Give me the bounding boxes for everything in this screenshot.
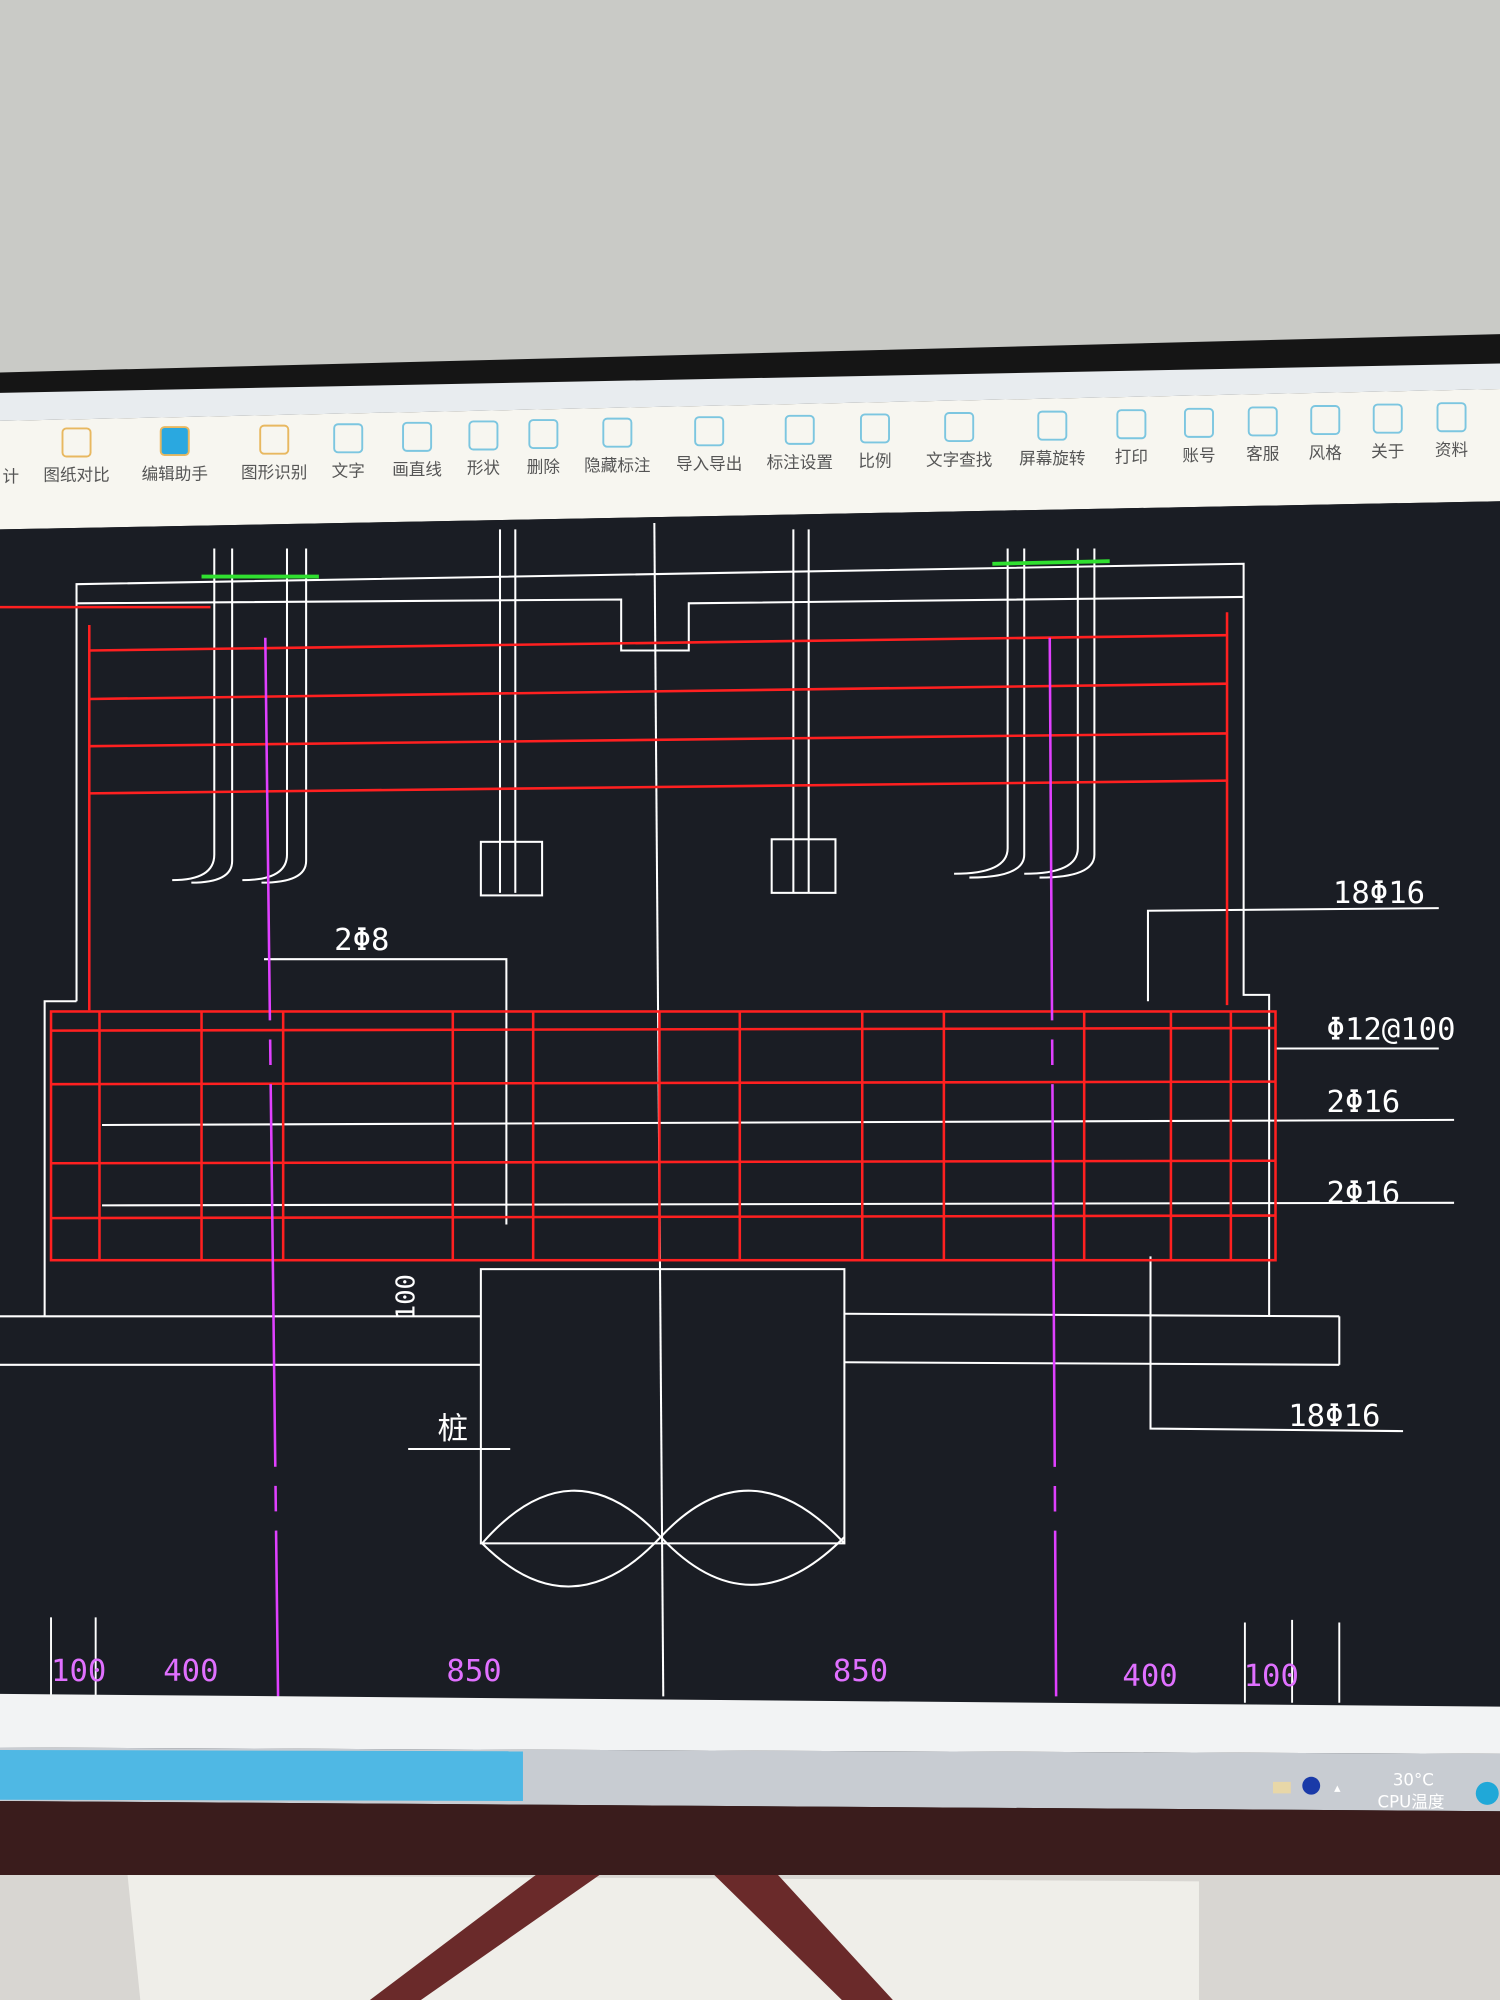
toolbar-label: 形状 (467, 459, 501, 478)
label-side-rebar-1: 2Φ16 (1327, 1085, 1401, 1120)
toolbar-label: 删除 (527, 457, 561, 476)
dimension-label: 400 (163, 1654, 218, 1689)
toolbar-label: 账号 (1182, 446, 1215, 465)
keyboard-icon[interactable] (1272, 1781, 1291, 1794)
monitor-bottom-bezel (0, 1801, 1500, 1888)
cpu-temperature: 30°C (1393, 1771, 1434, 1790)
taskbar-active-app[interactable] (0, 1750, 523, 1802)
toolbar-label: 文字 (332, 462, 365, 481)
toolbar-label: 客服 (1246, 445, 1280, 464)
toolbar-label: 风格 (1309, 443, 1343, 462)
paper-document (127, 1875, 1199, 2000)
dimension-label: 400 (1122, 1659, 1177, 1694)
help-icon[interactable] (1302, 1776, 1321, 1795)
label-bottom-right-rebar: 18Φ16 (1288, 1399, 1380, 1434)
toolbar-label: 文字查找 (926, 450, 993, 469)
edit-assistant-icon (159, 426, 190, 457)
toolbar-label: 标注设置 (767, 453, 833, 472)
toolbar-label: 屏幕旋转 (1019, 449, 1085, 468)
photo-scene: 计 图纸对比 编辑助手 图形识别 文字 画直线 形状 删除 隐藏标注 导入导出 标注设置 比例 文字查找… (0, 0, 1500, 2000)
toolbar-label: 图形识别 (241, 463, 307, 482)
toolbar-label: 比例 (858, 452, 891, 471)
dimension-label: 850 (446, 1654, 501, 1689)
label-top-right-rebar: 18Φ16 (1333, 876, 1425, 911)
toolbar-label: 计 (3, 467, 20, 486)
toolbar-label: 关于 (1371, 442, 1404, 461)
label-stirrup: Φ12@100 (1327, 1013, 1456, 1048)
toolbar-label: 隐藏标注 (584, 456, 650, 475)
label-side-rebar-2: 2Φ16 (1327, 1176, 1401, 1211)
toolbar-label: 图纸对比 (43, 466, 109, 485)
label-pile: 桩 (438, 1412, 469, 1447)
wall (0, 0, 1500, 383)
toolbar-label: 画直线 (392, 460, 442, 479)
toolbar-label: 打印 (1115, 448, 1148, 467)
toolbar-label: 编辑助手 (142, 464, 208, 483)
label-top-left-rebar: 2Φ8 (334, 923, 389, 958)
toolbar-label: 导入导出 (676, 455, 742, 474)
dimension-label: 850 (833, 1654, 888, 1689)
dimension-label: 100 (1244, 1659, 1299, 1694)
toolbar-button-partial[interactable]: 计 (3, 467, 20, 486)
app-tray-icon[interactable] (1475, 1781, 1499, 1805)
label-cover: 100 (392, 1274, 422, 1320)
tray-chevron-icon[interactable]: ▴ (1334, 1781, 1341, 1796)
dimension-label: 100 (51, 1654, 106, 1689)
toolbar-label: 资料 (1435, 440, 1468, 459)
cpu-temperature-label: CPU温度 (1378, 1792, 1445, 1811)
